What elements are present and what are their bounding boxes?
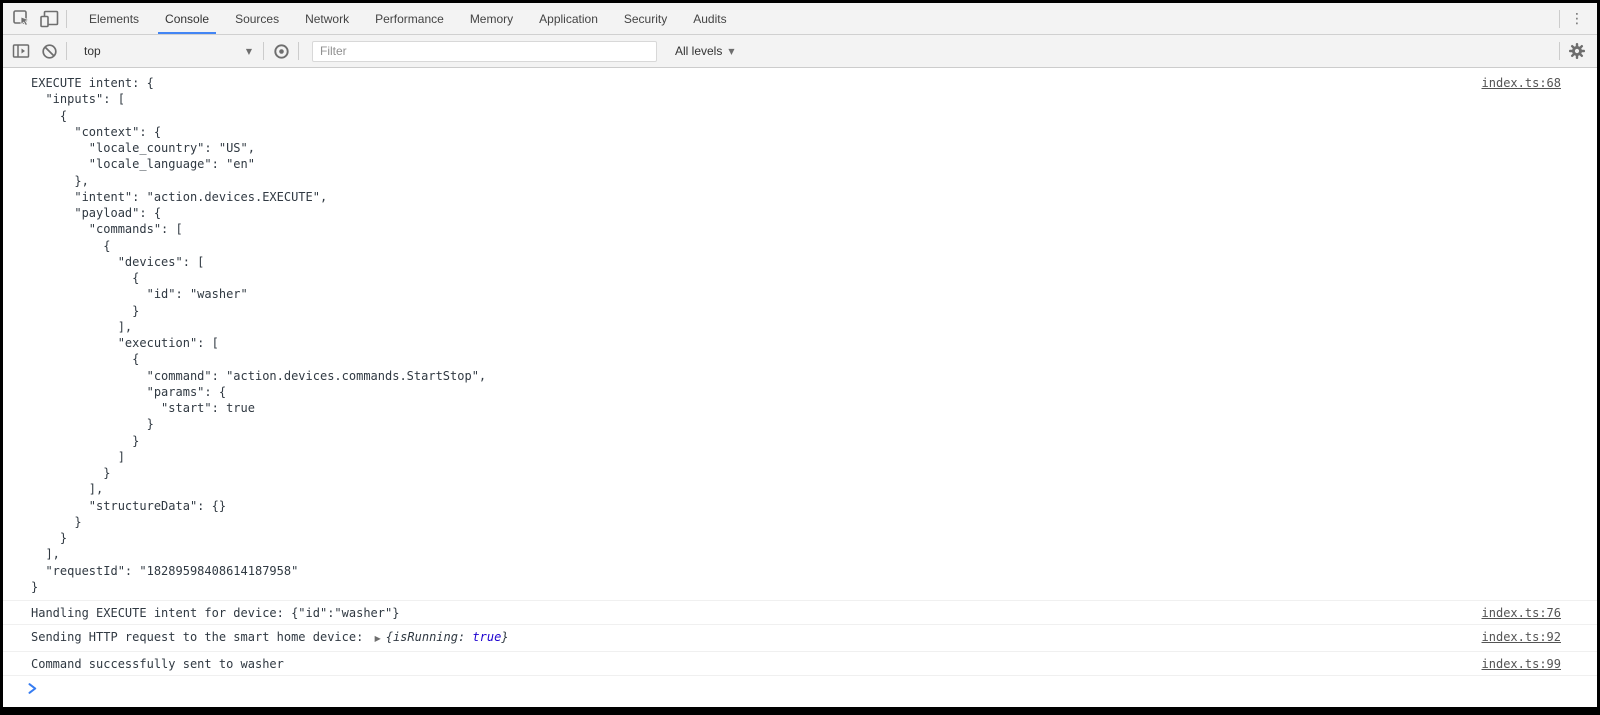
source-link[interactable]: index.ts:99 — [1474, 652, 1597, 675]
prompt-chevron-icon — [28, 683, 37, 694]
message-text: Command successfully sent to washer — [3, 652, 1474, 675]
devtools-window: ElementsConsoleSourcesNetworkPerformance… — [0, 0, 1600, 715]
console-toolbar: top ▼ All levels ▼ — [3, 35, 1597, 68]
divider — [298, 42, 299, 60]
console-sidebar-toggle-button[interactable] — [7, 37, 35, 65]
expand-triangle-icon[interactable]: ▶ — [375, 634, 381, 643]
tab-memory[interactable]: Memory — [457, 3, 526, 34]
log-level-value: All levels — [675, 44, 722, 58]
log-level-selector[interactable]: All levels ▼ — [675, 44, 735, 58]
sidebar-panel-icon — [12, 43, 30, 59]
chevron-down-icon: ▼ — [728, 47, 734, 56]
devtools-tabbar: ElementsConsoleSourcesNetworkPerformance… — [3, 3, 1597, 35]
console-output: EXECUTE intent: { "inputs": [ { "context… — [3, 68, 1597, 707]
tab-console[interactable]: Console — [152, 3, 222, 34]
console-messages: EXECUTE intent: { "inputs": [ { "context… — [3, 68, 1597, 676]
object-preview-open: {isRunning: — [386, 630, 473, 644]
filter-input[interactable] — [312, 41, 657, 62]
message-text: Sending HTTP request to the smart home d… — [3, 625, 1474, 650]
tab-performance[interactable]: Performance — [362, 3, 457, 34]
device-toolbar-icon — [39, 10, 59, 28]
more-options-button[interactable]: ⋮ — [1563, 4, 1591, 34]
console-prompt[interactable] — [3, 676, 1597, 702]
source-link[interactable]: index.ts:68 — [1474, 68, 1597, 94]
source-link[interactable]: index.ts:92 — [1474, 625, 1597, 648]
settings-button[interactable] — [1563, 37, 1591, 65]
divider — [263, 42, 264, 60]
circle-slash-icon — [41, 43, 58, 60]
divider — [66, 10, 67, 28]
tab-strip: ElementsConsoleSourcesNetworkPerformance… — [76, 3, 740, 34]
tab-elements[interactable]: Elements — [76, 3, 152, 34]
console-message: EXECUTE intent: { "inputs": [ { "context… — [3, 68, 1597, 601]
tab-audits[interactable]: Audits — [680, 3, 739, 34]
tab-security[interactable]: Security — [611, 3, 680, 34]
divider — [1559, 42, 1560, 60]
chevron-down-icon: ▼ — [246, 47, 252, 56]
console-message: Sending HTTP request to the smart home d… — [3, 625, 1597, 651]
console-message: Handling EXECUTE intent for device: {"id… — [3, 601, 1597, 625]
gear-icon — [1568, 42, 1586, 60]
clear-console-button[interactable] — [35, 37, 63, 65]
tab-network[interactable]: Network — [292, 3, 362, 34]
tab-application[interactable]: Application — [526, 3, 611, 34]
divider — [66, 42, 67, 60]
message-prefix: Sending HTTP request to the smart home d… — [31, 630, 371, 644]
message-text: Handling EXECUTE intent for device: {"id… — [3, 601, 1474, 624]
context-value: top — [84, 44, 101, 58]
divider — [1559, 10, 1560, 28]
console-message: Command successfully sent to washerindex… — [3, 652, 1597, 676]
inspect-cursor-icon — [12, 9, 31, 28]
kebab-menu-icon: ⋮ — [1570, 12, 1584, 26]
source-link[interactable]: index.ts:76 — [1474, 601, 1597, 624]
eye-icon — [273, 43, 290, 60]
object-preview-boolean: true — [472, 630, 501, 644]
live-expression-button[interactable] — [267, 37, 295, 65]
tab-sources[interactable]: Sources — [222, 3, 292, 34]
inspect-element-button[interactable] — [7, 4, 35, 34]
message-text: EXECUTE intent: { "inputs": [ { "context… — [3, 68, 1474, 600]
object-preview-close: } — [501, 630, 508, 644]
device-toolbar-button[interactable] — [35, 4, 63, 34]
execution-context-selector[interactable]: top ▼ — [76, 39, 260, 63]
